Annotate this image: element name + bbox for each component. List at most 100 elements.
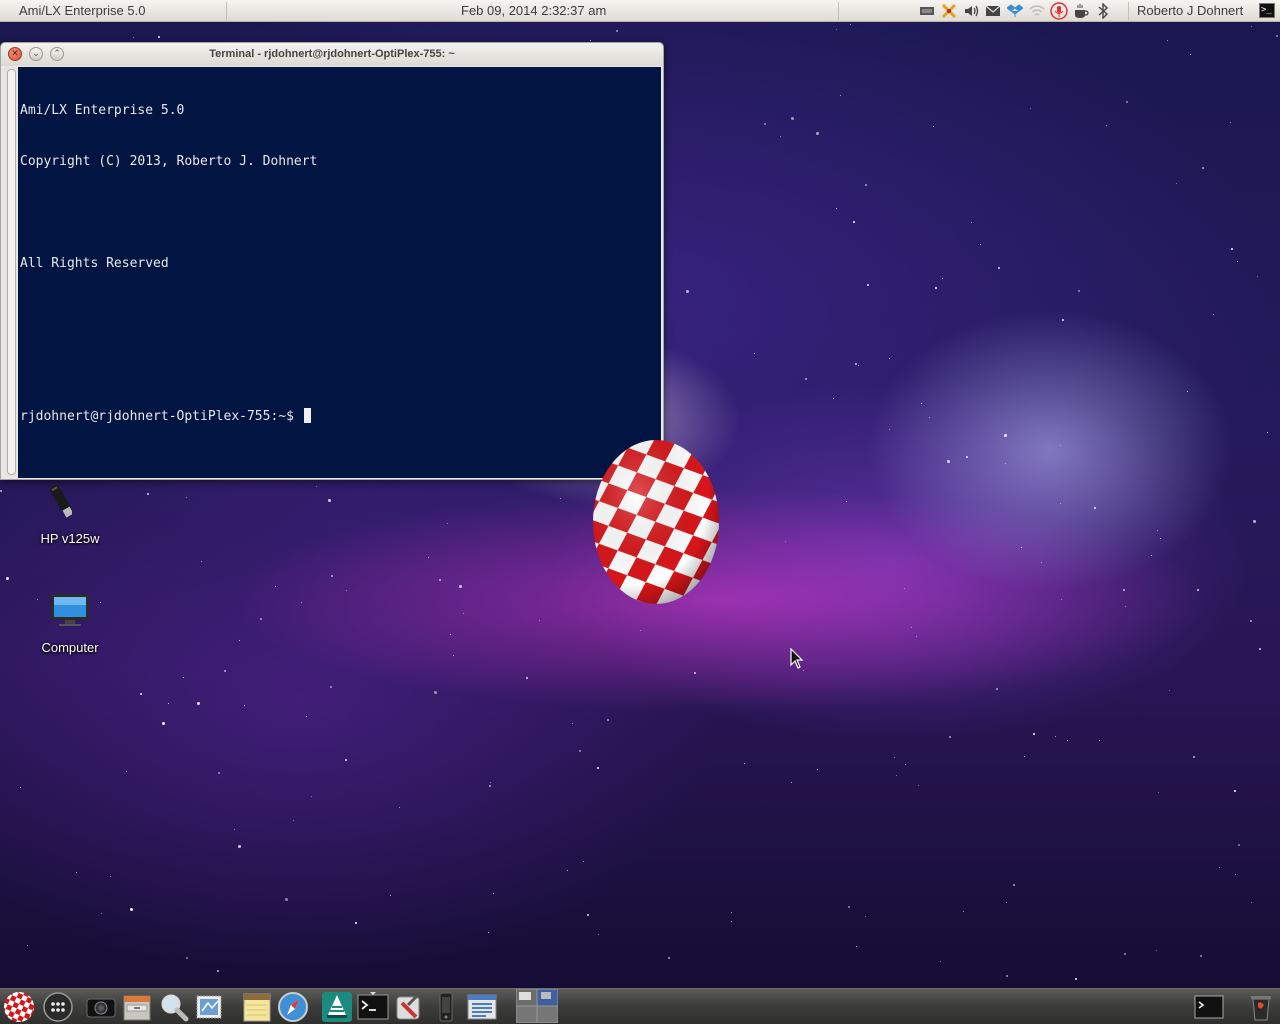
star [816,132,819,135]
star [1237,261,1238,262]
star [567,870,568,871]
star [1157,530,1158,531]
star [889,358,890,359]
volume-icon[interactable] [962,2,980,20]
star [328,499,331,502]
desktop-icon-hp-drive[interactable]: HP v125w [20,531,120,547]
star [390,895,391,896]
dock-item-safari[interactable] [277,991,309,1023]
network-icon[interactable] [918,2,936,20]
tools-icon[interactable] [940,2,958,20]
star [744,763,745,764]
usb-drive-icon[interactable] [50,480,72,520]
star [1124,953,1126,955]
star [275,586,276,587]
coffee-icon[interactable] [1072,2,1090,20]
star [1106,125,1107,126]
window-titlebar[interactable]: ✕ ⌄ ⌃ Terminal - rjdohnert@rjdohnert-Opt… [1,43,663,66]
dock [0,988,1280,1024]
star [1253,520,1256,523]
star [1156,950,1157,951]
star [785,541,786,542]
vlc-icon [322,992,352,1022]
desktop-icon-computer[interactable]: Computer [20,640,120,656]
star [1235,874,1236,875]
star [186,957,188,959]
star [1169,690,1170,691]
star [244,705,245,706]
dock-item-terminal-window[interactable] [1193,991,1225,1023]
mail-icon[interactable] [984,2,1002,20]
dock-item-camera[interactable] [85,991,117,1023]
star [1200,955,1202,957]
star [301,602,302,603]
dock-item-file-cabinet[interactable] [121,991,153,1023]
star [346,590,347,591]
terminal-output[interactable]: Ami/LX Enterprise 5.0 Copyright (C) 2013… [18,67,661,478]
terminal-window[interactable]: ✕ ⌄ ⌃ Terminal - rjdohnert@rjdohnert-Opt… [0,42,664,480]
star [355,922,357,924]
clock[interactable]: Feb 09, 2014 2:32:37 am [461,3,606,18]
star [1234,790,1236,792]
star [27,945,28,946]
star [539,620,540,621]
dock-item-notes[interactable] [241,991,273,1023]
dock-item-workspace-switcher[interactable] [516,989,558,1023]
star [694,672,696,674]
star [1006,975,1008,977]
star [731,912,732,913]
star [889,429,890,430]
desktop-icon-label: Computer [41,640,99,655]
search-icon [161,994,189,1022]
dock-item-app-grid[interactable] [42,991,74,1023]
app-menu-title[interactable]: Ami/LX Enterprise 5.0 [19,3,145,18]
dock-item-task-manager[interactable] [466,991,498,1023]
wifi-icon[interactable] [1028,2,1046,20]
user-menu[interactable]: Roberto J Dohnert [1137,3,1243,18]
panel-terminal-icon[interactable]: >_ [1259,3,1275,18]
star [1094,507,1096,509]
star [764,123,766,125]
star [846,501,847,502]
star [1257,276,1258,277]
star [668,957,670,959]
dock-item-terminal[interactable] [357,991,389,1023]
dock-item-vlc[interactable] [321,991,353,1023]
star [966,456,968,458]
scrollbar-thumb[interactable] [7,69,16,475]
star [855,363,857,365]
mouse-pointer-icon [790,648,804,669]
star [1238,844,1240,846]
star [453,655,454,656]
star [140,693,142,695]
dock-item-trash[interactable] [1245,991,1277,1023]
star [1062,319,1064,321]
star [130,908,133,911]
star [1259,648,1261,650]
star [850,24,851,25]
star [197,702,200,705]
task-manager-icon [467,994,497,1020]
star [217,970,219,972]
computer-icon[interactable] [50,592,90,628]
star [1126,101,1128,103]
star [101,913,102,914]
terminal-scrollbar[interactable] [5,67,17,477]
bluetooth-icon[interactable] [1094,2,1112,20]
dock-item-search[interactable] [158,991,190,1023]
dropbox-icon[interactable] [1006,2,1024,20]
star [1123,589,1125,591]
star [996,688,998,690]
dock-item-phone[interactable] [430,991,462,1023]
star [1250,620,1252,622]
desktop-icon-label: HP v125w [40,531,100,546]
dock-item-system-prefs[interactable] [394,991,426,1023]
star [918,785,919,786]
star [1024,756,1025,757]
microphone-icon[interactable] [1050,2,1068,20]
star [791,117,794,120]
terminal-prompt-line[interactable]: rjdohnert@rjdohnert-OptiPlex-755:~$ [20,408,659,425]
dock-item-boing[interactable] [3,991,35,1023]
dock-item-mail[interactable] [194,991,226,1023]
